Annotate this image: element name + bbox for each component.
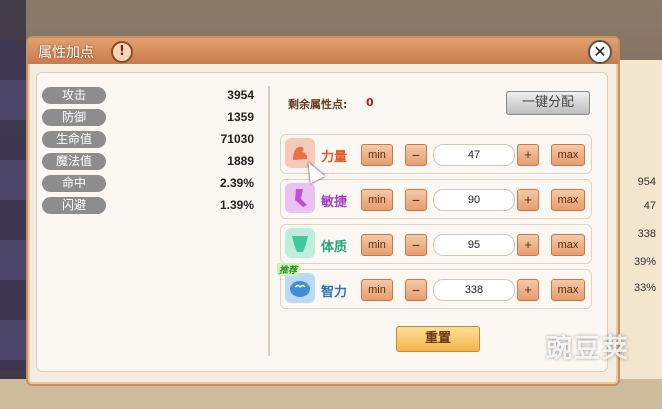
decrease-button[interactable]: − [405, 234, 427, 256]
increase-button[interactable]: + [517, 189, 539, 211]
increase-button[interactable]: + [517, 144, 539, 166]
background-value: 954 [637, 176, 656, 188]
background-value: 39% [633, 256, 656, 268]
stat-value: 3954 [227, 88, 254, 102]
stat-value: 2.39% [219, 176, 254, 190]
stat-label: 魔法值 [42, 153, 106, 170]
running-leg-icon [285, 183, 315, 213]
background-left-panel [0, 40, 26, 370]
stat-label: 命中 [42, 175, 106, 192]
torso-icon [285, 228, 315, 258]
attribute-window: 属性加点 ! ✕ 攻击 3954 防御 1359 生命值 71030 魔法值 1… [26, 36, 620, 386]
attribute-value[interactable]: 90 [433, 189, 515, 211]
stat-value: 71030 [220, 132, 254, 146]
stat-label: 攻击 [42, 87, 106, 104]
background-value: 33% [633, 282, 656, 294]
min-button[interactable]: min [361, 144, 393, 166]
min-button[interactable]: min [361, 189, 393, 211]
stat-value: 1.39% [219, 198, 254, 212]
attribute-value[interactable]: 338 [433, 279, 515, 301]
decrease-button[interactable]: − [405, 144, 427, 166]
stats-panel: 攻击 3954 防御 1359 生命值 71030 魔法值 1889 命中 2.… [42, 86, 258, 218]
stat-label: 闪避 [42, 197, 106, 214]
stat-value: 1359 [227, 110, 254, 124]
attribute-row-intelligence: 推荐 智力 min − 338 + max [277, 263, 592, 309]
stat-row: 生命值 71030 [42, 130, 258, 149]
stat-row: 攻击 3954 [42, 86, 258, 105]
remaining-points-label: 剩余属性点: [288, 98, 348, 111]
min-button[interactable]: min [361, 279, 393, 301]
stat-value: 1889 [227, 154, 254, 168]
min-button[interactable]: min [361, 234, 393, 256]
background-value: 338 [637, 228, 656, 240]
stat-label: 生命值 [42, 131, 106, 148]
attribute-value[interactable]: 95 [433, 234, 515, 256]
watermark: 豌豆荚 [545, 334, 630, 364]
decrease-button[interactable]: − [405, 279, 427, 301]
background-value: 47 [643, 200, 656, 212]
window-title: 属性加点 [38, 45, 94, 61]
info-icon[interactable]: ! [111, 41, 133, 63]
stat-row: 命中 2.39% [42, 174, 258, 193]
stat-label: 防御 [42, 109, 106, 126]
auto-assign-button[interactable]: 一键分配 [506, 91, 590, 115]
max-button[interactable]: max [551, 189, 585, 211]
close-button[interactable]: ✕ [588, 40, 612, 64]
stat-row: 魔法值 1889 [42, 152, 258, 171]
attribute-name: 体质 [321, 240, 348, 255]
attribute-name: 敏捷 [321, 195, 348, 210]
attribute-value[interactable]: 47 [433, 144, 515, 166]
recommend-tag: 推荐 [277, 263, 300, 276]
attribute-name: 智力 [321, 285, 348, 300]
attribute-row-agility: 敏捷 min − 90 + max [280, 179, 592, 219]
window-titlebar[interactable]: 属性加点 ! ✕ [28, 38, 618, 64]
reset-button[interactable]: 重置 [396, 326, 480, 352]
attribute-row-constitution: 体质 min − 95 + max [280, 224, 592, 264]
attribute-row-strength: 力量 min − 47 + max [280, 134, 592, 174]
panel-divider [268, 86, 270, 356]
increase-button[interactable]: + [517, 234, 539, 256]
brain-icon [285, 273, 315, 303]
increase-button[interactable]: + [517, 279, 539, 301]
max-button[interactable]: max [551, 234, 585, 256]
max-button[interactable]: max [551, 144, 585, 166]
stat-row: 闪避 1.39% [42, 196, 258, 215]
max-button[interactable]: max [551, 279, 585, 301]
stat-row: 防御 1359 [42, 108, 258, 127]
decrease-button[interactable]: − [405, 189, 427, 211]
remaining-points-value: 0 [366, 96, 374, 109]
attribute-name: 力量 [321, 150, 348, 165]
